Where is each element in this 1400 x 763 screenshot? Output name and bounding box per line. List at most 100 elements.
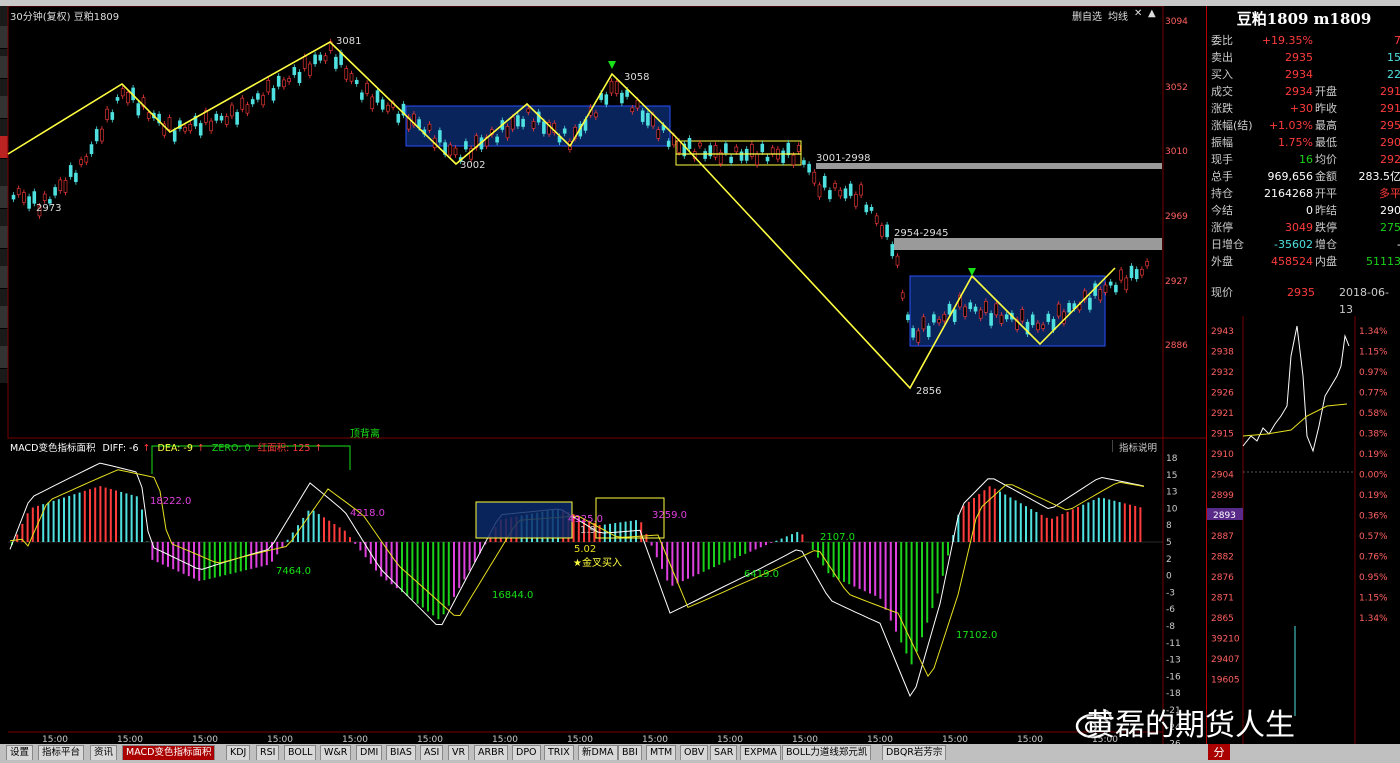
kline-frame xyxy=(7,6,1164,439)
macd-axis-label: -3 xyxy=(1166,588,1175,598)
indicator-tab[interactable]: 指标平台 xyxy=(38,745,85,760)
indicator-tab[interactable]: 资讯 xyxy=(90,745,118,760)
time-axis-label: 15:00 xyxy=(267,735,293,744)
intraday-mini-chart[interactable]: 2943 2938 2932 2926 2921 2915 2910 2904 2899 2893… xyxy=(1207,316,1400,744)
indicator-tab[interactable]: OBV xyxy=(680,745,709,760)
mini-axis-label: 0.77% xyxy=(1359,389,1388,399)
note-area: 1.9 xyxy=(580,525,596,536)
indicator-tab[interactable]: ARBR xyxy=(474,745,509,760)
macd-dea-value: DEA: -9 xyxy=(157,443,193,454)
mini-axis-label: 2899 xyxy=(1211,491,1234,501)
macd-box-1 xyxy=(475,501,573,539)
note-area: 17102.0 xyxy=(956,630,997,641)
quote-value: +19.35% xyxy=(1261,34,1313,47)
quote-label: 日增仓 xyxy=(1211,238,1244,251)
macd-axis-label: 0 xyxy=(1166,572,1172,582)
quote-row: 涨停 3049 跌停 275 xyxy=(1207,219,1400,236)
now-price-label: 现价 xyxy=(1211,286,1233,299)
indicator-tab[interactable]: TRIX xyxy=(544,745,574,760)
indicator-tab[interactable]: W&R xyxy=(320,745,352,760)
time-axis-label: 15:00 xyxy=(642,735,668,744)
indicator-tab[interactable]: SAR xyxy=(710,745,738,760)
quote-label2: 金额 xyxy=(1315,170,1337,183)
time-axis-label: 15:00 xyxy=(42,735,68,744)
macd-red-area: 红面积: 125 xyxy=(257,443,311,454)
indicator-tab[interactable]: DPO xyxy=(512,745,541,760)
macd-axis-label: -8 xyxy=(1166,622,1175,632)
indicator-tab[interactable]: 设置 xyxy=(6,745,34,760)
close-icon[interactable]: ✕ xyxy=(1134,8,1142,19)
note-area: 2107.0 xyxy=(820,532,855,543)
remove-watchlist-button[interactable]: 删自选 xyxy=(1072,8,1102,23)
svg-text:3094: 3094 xyxy=(1165,17,1188,27)
quote-value2: 290 xyxy=(1380,204,1400,217)
up-arrow-icon: ↑ xyxy=(142,443,151,454)
indicator-tab[interactable]: KDJ xyxy=(226,745,251,760)
time-axis-label: 15:00 xyxy=(492,735,518,744)
triangle-icon[interactable]: ▲ xyxy=(1148,8,1156,19)
time-axis: 15:00 15:00 15:00 15:00 15:00 15:00 15:00 15:00… xyxy=(42,735,1118,744)
quote-date: 2018-06-13 xyxy=(1339,286,1389,316)
quote-label2: 昨收 xyxy=(1315,102,1337,115)
macd-axis-label: 13 xyxy=(1166,488,1177,498)
indicator-tab[interactable]: RSI xyxy=(256,745,280,760)
mini-axis-label: 2938 xyxy=(1211,348,1234,358)
indicator-tab-bar: 设置 指标平台 资讯 MACD变色指标面积 KDJ RSI BOLL W&R DMI BIAS AS… xyxy=(0,744,1400,763)
intraday-avg-line xyxy=(1242,403,1348,437)
note-2856: 2856 xyxy=(916,386,941,397)
ma-toggle-button[interactable]: 均线 xyxy=(1108,8,1128,23)
time-axis-label: 15:00 xyxy=(417,735,443,744)
quote-value2: 7 xyxy=(1394,34,1400,47)
indicator-tab[interactable]: DMI xyxy=(356,745,383,760)
time-axis-label: 15:00 xyxy=(567,735,593,744)
quote-value2: 22 xyxy=(1387,68,1400,81)
quote-value: 2935 xyxy=(1285,51,1313,64)
mini-axis-label: 2921 xyxy=(1211,409,1234,419)
indicator-tab[interactable]: DBQR岩芳宗 xyxy=(882,745,947,760)
quote-value2: 多平 xyxy=(1379,187,1400,200)
macd-indicator-name: MACD变色指标面积 xyxy=(10,443,96,454)
down-arrow-icon xyxy=(608,61,616,69)
up-arrow-icon: ↑ xyxy=(196,443,205,454)
indicator-tab[interactable]: MTM xyxy=(646,745,677,760)
macd-axis-label: 18 xyxy=(1166,454,1178,464)
mini-axis-label: 0.38% xyxy=(1359,430,1388,440)
quote-row: 买入 2934 22 xyxy=(1207,66,1400,83)
indicator-tab[interactable]: BBI xyxy=(618,745,642,760)
mini-axis-label: 0.97% xyxy=(1359,368,1388,378)
note-top-divergence: 顶背离 xyxy=(350,427,380,440)
quote-row: 持仓 2164268 开平 多平 xyxy=(1207,185,1400,202)
macd-axis-label: -11 xyxy=(1166,639,1181,649)
mini-axis-label: 2915 xyxy=(1211,430,1234,440)
indicator-tab[interactable]: ASI xyxy=(420,745,444,760)
indicator-tab[interactable]: VR xyxy=(448,745,470,760)
indicator-tab[interactable]: BOLL xyxy=(284,745,317,760)
indicator-tab[interactable]: 新DMA xyxy=(578,745,618,760)
quote-value: 0 xyxy=(1306,204,1313,217)
indicator-tab[interactable]: BIAS xyxy=(386,745,416,760)
mini-axis-label: 0.95% xyxy=(1359,573,1388,583)
mini-axis-label: 0.76% xyxy=(1359,553,1388,563)
indicator-tab[interactable]: BOLL力道线郑元凯 xyxy=(782,745,872,760)
note-area: 3259.0 xyxy=(652,510,687,521)
main-chart[interactable]: 2973 3081 3002 3058 3001-2998 2954-2945 … xyxy=(0,6,1206,744)
quote-value: 3049 xyxy=(1285,221,1313,234)
quote-label2: 最低 xyxy=(1315,136,1337,149)
quote-label: 成交 xyxy=(1211,85,1233,98)
watermark-text: 黄磊的期货人生 xyxy=(1085,708,1295,743)
note-area: 4218.0 xyxy=(350,508,385,519)
quote-label: 总手 xyxy=(1211,170,1233,183)
note-3002: 3002 xyxy=(460,160,485,171)
quote-label2: 最高 xyxy=(1315,119,1337,132)
quote-value: 2164268 xyxy=(1264,187,1313,200)
macd-axis-label: 10 xyxy=(1166,504,1178,514)
indicator-tab[interactable]: MACD变色指标面积 xyxy=(122,745,216,760)
quote-label: 买入 xyxy=(1211,68,1233,81)
minute-tab[interactable]: 分 xyxy=(1208,744,1230,760)
indicator-help-button[interactable]: 指标说明 xyxy=(1112,440,1163,454)
macd-axis-label: -6 xyxy=(1166,605,1175,615)
time-axis-label: 15:00 xyxy=(717,735,743,744)
indicator-tab[interactable]: EXPMA xyxy=(740,745,781,760)
price-badge-text: 2893 xyxy=(1213,511,1236,521)
quote-panel: 豆粕1809 m1809 委比 +19.35% 7 卖出 2935 15 买入 2934 22 成… xyxy=(1206,6,1400,744)
